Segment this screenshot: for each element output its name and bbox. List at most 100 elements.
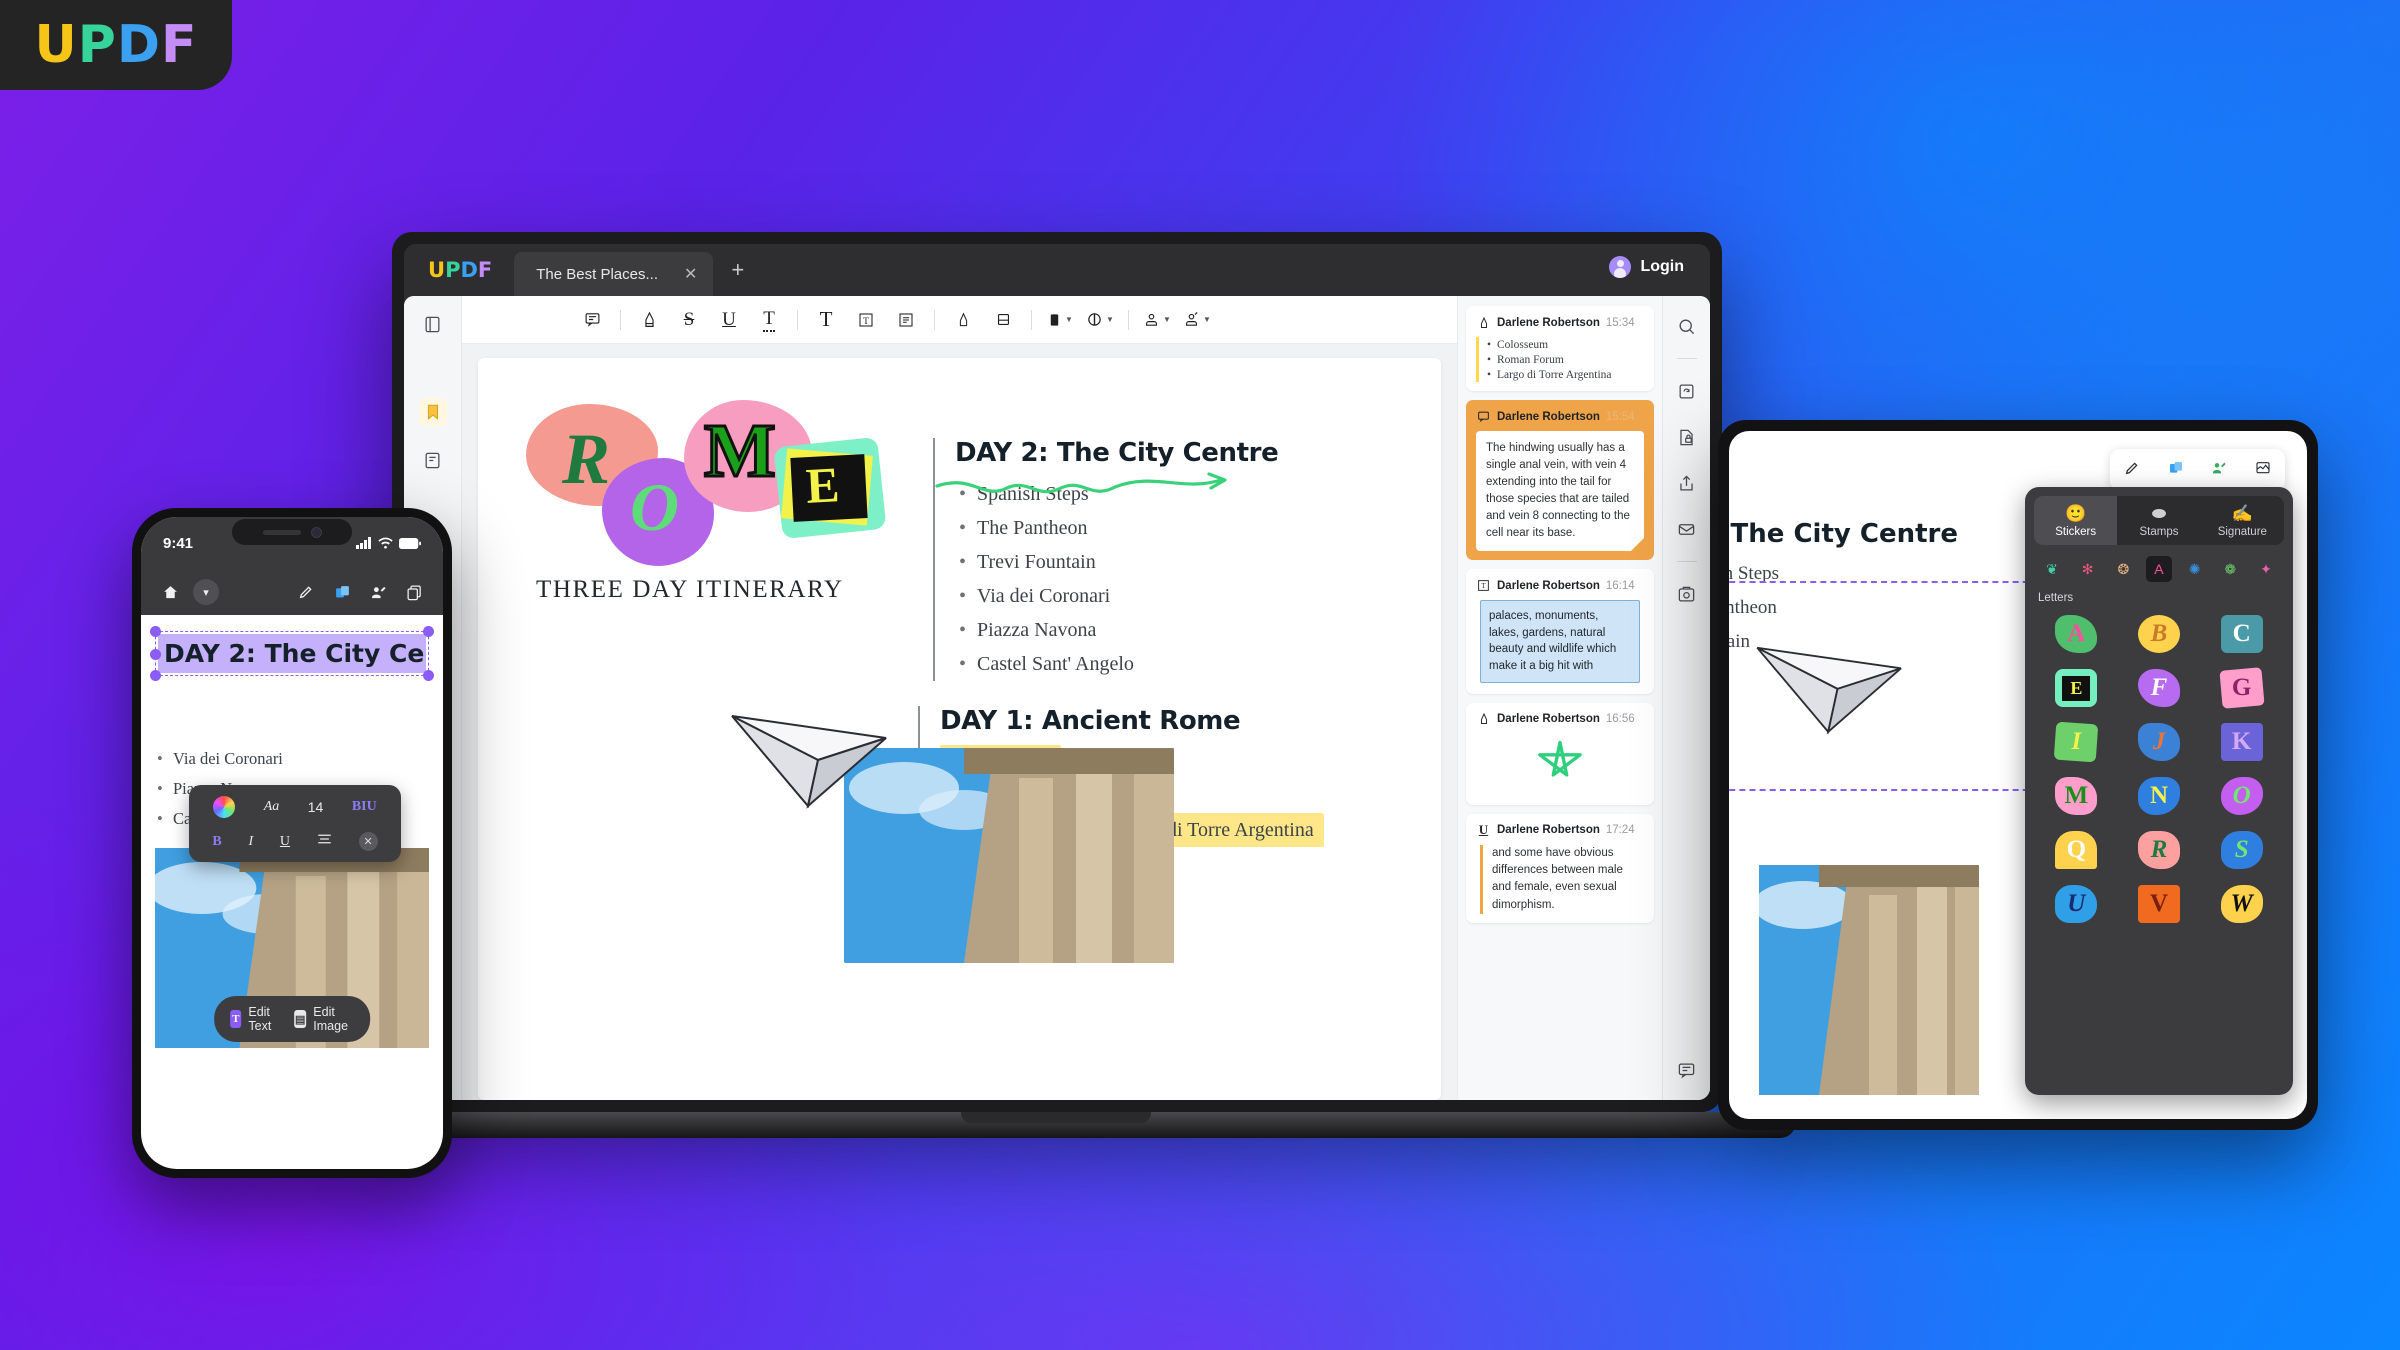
sticker-item[interactable]: N — [2121, 774, 2198, 818]
italic-button[interactable]: I — [248, 834, 253, 850]
sticker-item[interactable]: J — [2121, 720, 2198, 764]
sticker-panel[interactable]: 🙂 Stickers ⬬ Stamps ✍ Signature ❦ ✻ ❂ A … — [2025, 487, 2293, 1095]
document-tab[interactable]: The Best Places... ✕ — [514, 252, 714, 296]
underline-button[interactable]: U — [280, 834, 290, 850]
login-button[interactable]: Login — [1609, 256, 1684, 278]
plus-icon[interactable]: + — [731, 257, 744, 283]
sticker-item[interactable]: W — [2203, 882, 2280, 926]
selection-handle[interactable] — [150, 670, 161, 681]
bear-icon[interactable]: ❂ — [2110, 556, 2136, 582]
frog-icon[interactable]: ❁ — [2217, 556, 2243, 582]
sticker-item[interactable]: S — [2203, 828, 2280, 872]
firework-icon[interactable]: ✻ — [2075, 556, 2101, 582]
comment-item[interactable]: U Darlene Robertson 17:24 and some have … — [1466, 813, 1654, 923]
text-callout-icon[interactable] — [886, 303, 926, 337]
page-scroll-area[interactable]: R O M E THREE DAY ITINERARY DAY 2: The C… — [462, 344, 1457, 1100]
text-icon[interactable]: T — [806, 303, 846, 337]
squiggly-icon[interactable]: T — [749, 303, 789, 337]
bold-button[interactable]: B — [212, 834, 221, 850]
chevron-down-icon[interactable]: ▾ — [193, 579, 219, 605]
share-icon[interactable] — [1673, 469, 1701, 497]
comments-panel[interactable]: Darlene Robertson 15:34 Colosseum Roman … — [1457, 296, 1662, 1100]
edit-text-button[interactable]: T Edit Text — [230, 1005, 278, 1033]
signature-icon[interactable]: ▼ — [1177, 303, 1217, 337]
protect-icon[interactable] — [1673, 423, 1701, 451]
list-item: Colosseum — [1487, 337, 1644, 352]
format-row-secondary: B I U ✕ — [199, 832, 391, 851]
sticker-item[interactable]: R — [2121, 828, 2198, 872]
convert-icon[interactable] — [1673, 377, 1701, 405]
comment-time: 15:34 — [1605, 316, 1635, 329]
color-wheel-icon[interactable] — [213, 796, 236, 818]
annotation-icon[interactable] — [419, 446, 447, 474]
sign-icon[interactable] — [365, 579, 391, 605]
edit-image-button[interactable]: ▤ Edit Image — [294, 1005, 354, 1033]
pencil-icon[interactable] — [943, 303, 983, 337]
note-icon[interactable] — [572, 303, 612, 337]
close-icon[interactable]: ✕ — [358, 832, 378, 851]
thumbnails-icon[interactable] — [419, 310, 447, 338]
sticker-item[interactable]: M — [2038, 774, 2115, 818]
selection-handle[interactable] — [150, 648, 161, 660]
sticker-item[interactable]: B — [2121, 612, 2198, 656]
sticker-item[interactable]: G — [2203, 666, 2280, 710]
burst-icon[interactable]: ✺ — [2182, 556, 2208, 582]
document-column: S U T T T ▼ ▼ ▼ ▼ R O M E THREE DAY ITIN… — [462, 296, 1457, 1100]
close-icon[interactable]: ✕ — [684, 264, 697, 284]
selected-text-box[interactable]: DAY 2: The City Cen — [150, 626, 434, 681]
font-family-button[interactable]: Aa — [264, 799, 280, 815]
comment-item[interactable]: T Darlene Robertson 16:14 palaces, monum… — [1466, 569, 1654, 694]
shape-icon[interactable]: ▼ — [1040, 303, 1080, 337]
selection-handle[interactable] — [423, 670, 434, 681]
sticker-letter: E — [2062, 675, 2091, 701]
letter-icon[interactable]: A — [2145, 556, 2172, 582]
chevron-down-icon[interactable]: ▼ — [1163, 315, 1171, 324]
textbox-icon[interactable]: T — [846, 303, 886, 337]
sticker-item[interactable]: F — [2121, 666, 2198, 710]
page-organize-icon[interactable] — [329, 579, 355, 605]
comment-item[interactable]: Darlene Robertson 16:56 — [1466, 702, 1654, 805]
tab-stamps[interactable]: ⬬ Stamps — [2117, 496, 2200, 545]
capture-icon[interactable] — [1673, 580, 1701, 608]
chevron-down-icon[interactable]: ▼ — [1106, 315, 1114, 324]
star-icon[interactable]: ✦ — [2253, 556, 2279, 582]
comment-icon[interactable] — [1673, 1056, 1701, 1084]
text-style-button[interactable]: BIU — [352, 799, 377, 815]
pen-icon[interactable] — [629, 303, 669, 337]
phone-edit-bar[interactable]: T Edit Text ▤ Edit Image — [214, 996, 370, 1042]
pen-icon — [1476, 315, 1491, 330]
speech-icon[interactable]: ❦ — [2039, 556, 2065, 582]
sticker-item[interactable]: E — [2038, 666, 2115, 710]
selection-handle[interactable] — [150, 626, 161, 637]
eraser-icon[interactable] — [983, 303, 1023, 337]
tab-stickers[interactable]: 🙂 Stickers — [2034, 496, 2118, 545]
pdf-page[interactable]: R O M E THREE DAY ITINERARY DAY 2: The C… — [478, 358, 1441, 1100]
bookmark-icon[interactable] — [418, 398, 447, 426]
copy-icon[interactable] — [401, 579, 427, 605]
selection-handle[interactable] — [423, 626, 434, 637]
strikethrough-icon[interactable]: S — [669, 303, 709, 337]
search-icon[interactable] — [1673, 312, 1701, 340]
comment-item[interactable]: Darlene Robertson 15:34 Colosseum Roman … — [1466, 306, 1654, 391]
underline-icon[interactable]: U — [709, 303, 749, 337]
email-icon[interactable] — [1673, 515, 1701, 543]
chevron-down-icon[interactable]: ▼ — [1203, 315, 1211, 324]
sticker-item[interactable]: O — [2203, 774, 2280, 818]
highlight-area-icon[interactable]: ▼ — [1080, 303, 1120, 337]
tab-signature[interactable]: ✍ Signature — [2201, 496, 2284, 545]
sticker-item[interactable]: V — [2121, 882, 2198, 926]
sticker-item[interactable]: K — [2203, 720, 2280, 764]
sticker-item[interactable]: I — [2038, 720, 2115, 764]
text-format-toolbar[interactable]: Aa 14 BIU B I U ✕ — [189, 785, 401, 862]
sticker-item[interactable]: Q — [2038, 828, 2115, 872]
comment-item-selected[interactable]: Darlene Robertson 15:54 The hindwing usu… — [1466, 400, 1654, 561]
sticker-item[interactable]: A — [2038, 612, 2115, 656]
home-icon[interactable] — [157, 579, 183, 605]
sticker-item[interactable]: U — [2038, 882, 2115, 926]
sticker-item[interactable]: C — [2203, 612, 2280, 656]
align-icon[interactable] — [317, 833, 332, 850]
chevron-down-icon[interactable]: ▼ — [1065, 315, 1073, 324]
edit-pen-icon[interactable] — [293, 579, 319, 605]
font-size-value[interactable]: 14 — [308, 799, 324, 815]
stamp-icon[interactable]: ▼ — [1137, 303, 1177, 337]
